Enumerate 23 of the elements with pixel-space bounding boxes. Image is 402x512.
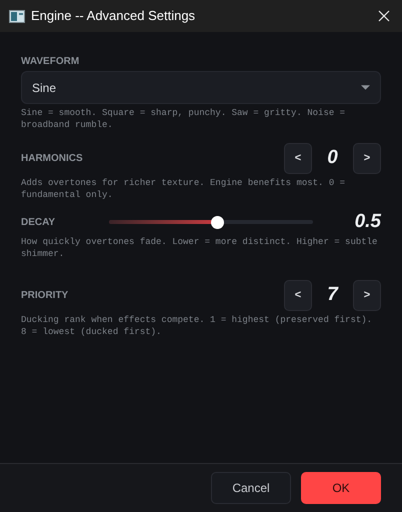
window-title: Engine -- Advanced Settings [31, 7, 196, 26]
setting-label: HARMONICS [21, 152, 83, 166]
setting-label: WAVEFORM [21, 55, 80, 69]
help-text: Sine = smooth. Square = sharp, punchy. Saw = gritty. Noise = broadband rumble. [21, 107, 346, 131]
value-display: 0 [326, 146, 339, 170]
cancel-button[interactable]: Cancel [211, 472, 291, 504]
help-text: How quickly overtones fade. Lower = more distinct. Higher = subtle shimmer. [21, 236, 378, 260]
value-display: 7 [326, 283, 340, 308]
setting-label: PRIORITY [21, 289, 68, 303]
help-text: Ducking rank when effects compete. 1 = highest (preserved first). 8 = lowest (ducked first). [21, 314, 374, 338]
increment-button[interactable]: > [353, 143, 381, 174]
decrement-button[interactable]: < [284, 143, 312, 174]
caret-icon [361, 85, 370, 90]
close-icon[interactable] [378, 10, 390, 22]
help-text: Adds overtones for richer texture. Engine benefits most. 0 = fundamental only. [21, 177, 346, 201]
ok-button[interactable]: OK [301, 472, 381, 504]
decrement-button[interactable]: < [284, 280, 312, 311]
waveform-dropdown[interactable]: Sine [21, 71, 381, 104]
setting-label: DECAY [21, 216, 56, 230]
app-icon [9, 10, 25, 22]
increment-button[interactable]: > [353, 280, 381, 311]
value-display: 0.5 [354, 210, 381, 234]
decay-slider[interactable] [109, 215, 313, 229]
